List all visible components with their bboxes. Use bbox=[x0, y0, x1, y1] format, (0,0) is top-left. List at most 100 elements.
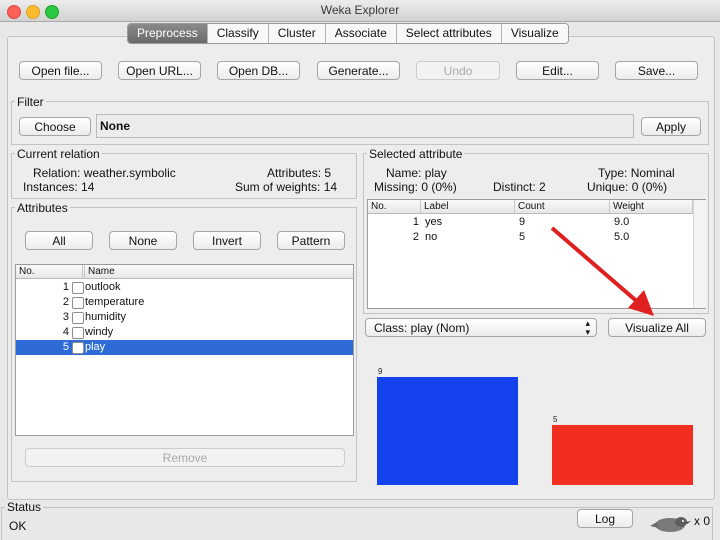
attribute-number: 4 bbox=[62, 326, 69, 338]
window-title: Weka Explorer bbox=[320, 3, 400, 17]
tab-bar: Preprocess Classify Cluster Associate Se… bbox=[127, 23, 569, 44]
select-all-button[interactable]: All bbox=[25, 231, 93, 250]
relation-label-text: Relation: bbox=[33, 166, 81, 180]
generate-button[interactable]: Generate... bbox=[317, 61, 400, 80]
selected-attribute-legend: Selected attribute bbox=[367, 147, 465, 161]
invert-selection-button[interactable]: Invert bbox=[193, 231, 261, 250]
tab-associate[interactable]: Associate bbox=[325, 24, 397, 43]
attributes-legend: Attributes bbox=[15, 201, 70, 215]
column-header-label[interactable]: Label bbox=[421, 200, 515, 214]
label-name: no bbox=[425, 231, 438, 243]
apply-filter-button[interactable]: Apply bbox=[641, 117, 701, 136]
column-header-count[interactable]: Count bbox=[515, 200, 610, 214]
log-button[interactable]: Log bbox=[577, 509, 633, 528]
visualize-all-button[interactable]: Visualize All bbox=[608, 318, 706, 337]
choose-filter-button[interactable]: Choose bbox=[19, 117, 91, 136]
column-header-no[interactable]: No. bbox=[368, 200, 421, 214]
column-header-weight[interactable]: Weight bbox=[610, 200, 693, 214]
type-info: Type: Nominal bbox=[598, 166, 675, 180]
tab-cluster[interactable]: Cluster bbox=[268, 24, 326, 43]
tab-preprocess[interactable]: Preprocess bbox=[128, 24, 208, 43]
instances-label: Instances: 14 bbox=[23, 180, 94, 194]
attribute-name-info: Name: play bbox=[386, 166, 447, 180]
attribute-number: 1 bbox=[62, 281, 69, 293]
type-value: Nominal bbox=[630, 166, 675, 180]
label-number: 1 bbox=[412, 216, 419, 228]
unique-value: 0 (0%) bbox=[631, 180, 668, 194]
attribute-checkbox[interactable] bbox=[72, 297, 84, 309]
attribute-name: outlook bbox=[85, 281, 121, 293]
weka-bird-icon bbox=[650, 517, 691, 532]
open-db-button[interactable]: Open DB... bbox=[217, 61, 300, 80]
relation-label: Relation: weather.symbolic bbox=[33, 166, 176, 180]
missing-info: Missing: 0 (0%) bbox=[374, 180, 457, 194]
sum-of-weights-label: Sum of weights: bbox=[235, 180, 321, 194]
name-value: play bbox=[424, 166, 447, 180]
class-select[interactable]: Class: play (Nom) ▴ ▾ bbox=[365, 318, 597, 337]
arrow-head bbox=[628, 290, 654, 316]
name-label: Name: bbox=[386, 166, 422, 180]
label-number: 2 bbox=[412, 231, 419, 243]
filter-field[interactable]: None bbox=[96, 114, 634, 138]
column-header-no[interactable]: No. bbox=[16, 265, 83, 279]
attribute-checkbox[interactable] bbox=[72, 282, 84, 294]
open-url-button[interactable]: Open URL... bbox=[118, 61, 201, 80]
bar-value-label: 5 bbox=[553, 415, 558, 424]
current-relation-legend: Current relation bbox=[15, 147, 102, 161]
attributes-count-label: Attributes: bbox=[267, 166, 322, 180]
class-distribution-chart: 95 bbox=[377, 367, 693, 485]
chevron-up-down-icon: ▴ ▾ bbox=[585, 318, 590, 337]
status-text: OK bbox=[9, 519, 27, 533]
select-none-button[interactable]: None bbox=[109, 231, 177, 250]
bar-yes bbox=[377, 377, 518, 485]
attribute-name: windy bbox=[85, 326, 114, 338]
attribute-row-selected[interactable]: 5 play bbox=[16, 340, 353, 355]
tab-visualize[interactable]: Visualize bbox=[501, 24, 568, 43]
sum-of-weights: Sum of weights: 14 bbox=[235, 180, 337, 194]
missing-value: 0 (0%) bbox=[421, 180, 457, 194]
tab-select-attributes[interactable]: Select attributes bbox=[396, 24, 502, 43]
instances-label-text: Instances: bbox=[23, 180, 78, 194]
bar-no bbox=[552, 425, 693, 485]
attribute-number: 5 bbox=[62, 341, 69, 353]
type-label: Type: bbox=[598, 166, 628, 180]
label-count: 9 bbox=[519, 216, 526, 228]
bar-value-label: 9 bbox=[378, 367, 383, 376]
attribute-number: 3 bbox=[62, 311, 69, 323]
save-button[interactable]: Save... bbox=[615, 61, 698, 80]
edit-button[interactable]: Edit... bbox=[516, 61, 599, 80]
open-file-button[interactable]: Open file... bbox=[19, 61, 102, 80]
instances-value: 14 bbox=[81, 180, 95, 194]
task-count: x 0 bbox=[694, 514, 711, 528]
attribute-row[interactable]: 4 windy bbox=[16, 325, 353, 340]
class-select-value: Class: play (Nom) bbox=[374, 321, 470, 335]
attribute-checkbox[interactable] bbox=[72, 327, 84, 339]
attribute-name: temperature bbox=[85, 296, 145, 308]
tab-classify[interactable]: Classify bbox=[207, 24, 269, 43]
attributes-count: Attributes: 5 bbox=[267, 166, 331, 180]
column-header-name[interactable]: Name bbox=[85, 265, 353, 279]
sum-of-weights-value: 14 bbox=[323, 180, 338, 194]
attribute-name: play bbox=[85, 341, 106, 353]
pattern-button[interactable]: Pattern bbox=[277, 231, 345, 250]
attribute-row[interactable]: 1 outlook bbox=[16, 280, 353, 295]
attributes-count-value: 5 bbox=[324, 166, 332, 180]
unique-info: Unique: 0 (0%) bbox=[587, 180, 667, 194]
label-count: 5 bbox=[519, 231, 526, 243]
undo-button[interactable]: Undo bbox=[416, 61, 500, 80]
attribute-checkbox[interactable] bbox=[72, 312, 84, 324]
label-name: yes bbox=[425, 216, 443, 228]
remove-button[interactable]: Remove bbox=[25, 448, 345, 467]
distinct-value: 2 bbox=[539, 180, 546, 194]
attribute-name: humidity bbox=[85, 311, 126, 323]
attribute-row[interactable]: 3 humidity bbox=[16, 310, 353, 325]
distinct-info: Distinct: 2 bbox=[493, 180, 546, 194]
attribute-row[interactable]: 2 temperature bbox=[16, 295, 353, 310]
unique-label: Unique: bbox=[587, 180, 629, 194]
attributes-table: No. Name 1 outlook 2 temperature 3 humid… bbox=[15, 264, 354, 436]
red-arrow-annotation bbox=[550, 226, 654, 316]
distinct-label: Distinct: bbox=[493, 180, 536, 194]
attribute-checkbox[interactable] bbox=[72, 342, 84, 354]
arrow-shaft bbox=[550, 226, 642, 306]
filter-legend: Filter bbox=[15, 95, 46, 109]
